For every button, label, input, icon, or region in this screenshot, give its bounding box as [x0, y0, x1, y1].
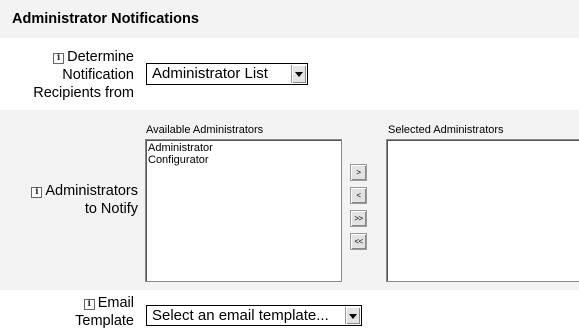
remove-all-button[interactable]: << [350, 233, 367, 250]
email-template-select-value: Select an email template... [152, 307, 329, 324]
list-item[interactable]: Administrator [148, 142, 341, 154]
info-icon[interactable]: i [31, 187, 43, 198]
email-template-select[interactable]: Select an email template... [146, 305, 362, 326]
info-icon[interactable]: i [83, 299, 95, 310]
info-icon[interactable]: i [53, 53, 65, 64]
available-administrators-list[interactable]: Administrator Configurator [145, 139, 342, 282]
email-template-label: i Email Template [75, 295, 134, 329]
recipients-label: i Determine Notification Recipients from [33, 49, 134, 101]
recipients-select[interactable]: Administrator List [146, 63, 308, 85]
chevron-down-icon[interactable] [345, 307, 360, 324]
list-item[interactable]: Configurator [148, 154, 341, 166]
add-all-button[interactable]: >> [350, 210, 367, 227]
add-selected-button[interactable]: > [350, 164, 367, 181]
selected-list-title: Selected Administrators [388, 124, 504, 136]
available-list-title: Available Administrators [146, 124, 264, 136]
selected-administrators-list[interactable] [386, 139, 579, 282]
administrators-label: i Administrators to Notify [0, 182, 138, 218]
chevron-down-icon[interactable] [291, 65, 306, 83]
section-title: Administrator Notifications [12, 11, 199, 27]
remove-selected-button[interactable]: < [350, 187, 367, 204]
recipients-select-value: Administrator List [152, 65, 268, 82]
